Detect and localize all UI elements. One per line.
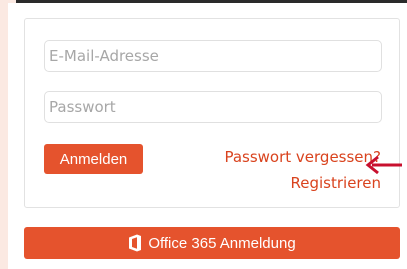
- top-divider-gap: [8, 0, 16, 3]
- left-accent-strip: [0, 0, 8, 269]
- office365-login-label: Office 365 Anmeldung: [148, 234, 296, 252]
- login-card: Anmelden Passwort vergessen? Registriere…: [24, 18, 400, 208]
- forgot-password-link[interactable]: Passwort vergessen?: [224, 148, 381, 166]
- annotation-arrow-icon: [365, 155, 402, 175]
- office-logo-icon: [129, 234, 142, 252]
- office365-login-button[interactable]: Office 365 Anmeldung: [24, 227, 400, 259]
- email-field[interactable]: [44, 40, 382, 72]
- password-field[interactable]: [44, 91, 382, 123]
- top-divider: [8, 0, 407, 3]
- login-button[interactable]: Anmelden: [44, 144, 143, 174]
